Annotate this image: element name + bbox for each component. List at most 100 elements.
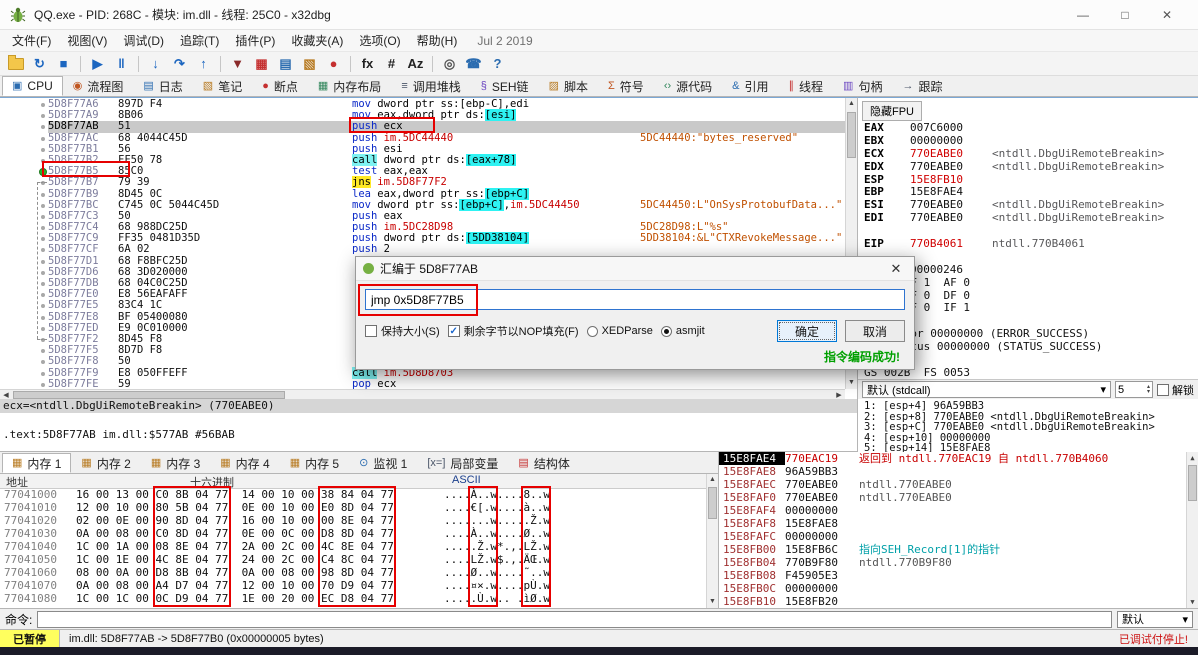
step-into-button[interactable]: ↓ [144, 54, 167, 74]
tab-1[interactable]: ▣ CPU [2, 76, 63, 96]
dump-row-77041050[interactable]: 77041050 1C 00 1E 00 4C 8E 04 77 24 00 2C… [0, 553, 704, 566]
step-out-button[interactable]: ↑ [192, 54, 215, 74]
breakpoint-gutter[interactable] [0, 110, 48, 122]
breakpoint-gutter[interactable] [0, 356, 48, 368]
xedparse-radio[interactable] [586, 325, 598, 337]
menu-item-4[interactable]: 追踪(T) [172, 30, 227, 51]
unlock-control[interactable]: 解锁 [1157, 382, 1194, 398]
stack-row-15E8FAEC[interactable]: 15E8FAEC 770EABE0 ntdll.770EABE0 [719, 478, 1186, 491]
gutter-dot[interactable] [41, 114, 45, 119]
tab-15[interactable]: → 跟踪 [892, 76, 952, 96]
breakpoint-gutter[interactable] [0, 143, 48, 155]
register-row-ebx[interactable]: EBX 00000000 [864, 134, 1196, 148]
breakpoint-gutter[interactable] [0, 255, 48, 267]
breakpoint-gutter[interactable] [0, 345, 48, 357]
breakpoint-gutter[interactable] [0, 177, 48, 189]
breakpoint-gutter[interactable] [0, 188, 48, 200]
tab-7[interactable]: ≡ 调用堆栈 [391, 76, 470, 96]
log-button[interactable]: ▤ [274, 54, 297, 74]
breakpoint-gutter[interactable] [0, 300, 48, 312]
stack-row-15E8FB10[interactable]: 15E8FB10 15E8FB20 [719, 595, 1186, 608]
cancel-button[interactable]: 取消 [845, 320, 905, 342]
menu-item-3[interactable]: 调试(D) [115, 30, 172, 51]
asmjit-control[interactable]: asmjit [660, 325, 705, 337]
asmjit-radio[interactable] [660, 325, 672, 337]
ok-button[interactable]: 确定 [777, 320, 837, 342]
menu-item-6[interactable]: 收藏夹(A) [283, 30, 351, 51]
bottom-tab-4[interactable]: ▦ 内存 4 [210, 453, 279, 473]
tab-9[interactable]: ▨ 脚本 [539, 76, 598, 96]
menu-item-7[interactable]: 选项(O) [351, 30, 408, 51]
breakpoint-gutter[interactable] [0, 154, 48, 167]
register-row-ecx[interactable]: ECX 770EABE0 <ntdll.DbgUiRemoteBreakin> [864, 147, 1196, 161]
restart-button[interactable]: ↻ [28, 54, 51, 74]
menu-item-2[interactable]: 视图(V) [59, 30, 115, 51]
gutter-dot[interactable] [41, 136, 45, 141]
command-input[interactable] [37, 610, 1112, 628]
trace-button[interactable]: ▼ [226, 54, 249, 74]
register-row-eax[interactable]: EAX 007C6000 [864, 121, 1196, 135]
register-row-edi[interactable]: EDI 770EABE0 <ntdll.DbgUiRemoteBreakin> [864, 211, 1196, 225]
keep-size-checkbox[interactable] [365, 325, 377, 337]
tab-6[interactable]: ▦ 内存布局 [308, 76, 391, 96]
menu-item-5[interactable]: 插件(P) [227, 30, 283, 51]
breakpoint-gutter[interactable] [0, 121, 48, 133]
tab-14[interactable]: ▥ 句柄 [833, 76, 892, 96]
stack-pane[interactable]: 15E8FAE4 770EAC19 返回到 ntdll.770EAC19 自 ntd… [718, 452, 1198, 608]
gutter-dot[interactable] [41, 181, 45, 186]
attach-button[interactable]: ☎ [462, 54, 485, 74]
label-button[interactable]: Az [404, 54, 427, 74]
tab-11[interactable]: ‹› 源代码 [654, 76, 722, 96]
gutter-dot[interactable] [41, 337, 45, 342]
menu-item-8[interactable]: 帮助(H) [409, 30, 466, 51]
gutter-dot[interactable] [41, 349, 45, 354]
xedparse-control[interactable]: XEDParse [586, 325, 653, 337]
breakpoint-gutter[interactable] [0, 278, 48, 290]
bottom-tab-5[interactable]: ▦ 内存 5 [280, 453, 349, 473]
breakpoint-gutter[interactable] [0, 367, 48, 379]
gutter-dot[interactable] [41, 382, 45, 387]
dump-row-77041040[interactable]: 77041040 1C 00 1A 00 08 8E 04 77 2A 00 2C… [0, 540, 704, 553]
tab-10[interactable]: Σ 符号 [598, 76, 654, 96]
tab-8[interactable]: § SEH链 [471, 76, 539, 96]
stack-row-15E8FAF8[interactable]: 15E8FAF8 15E8FAE8 [719, 517, 1186, 530]
gutter-dot[interactable] [41, 248, 45, 253]
gutter-dot[interactable] [41, 259, 45, 264]
breakpoint-gutter[interactable] [0, 99, 48, 111]
disasm-row-5D8F77CF[interactable]: 5D8F77CF 6A 02 push 2 [0, 244, 845, 256]
stack-row-15E8FB04[interactable]: 15E8FB04 770B9F80 ntdll.770B9F80 [719, 556, 1186, 569]
tab-13[interactable]: ∥ 线程 [779, 76, 834, 96]
pause-button[interactable]: ‖ [110, 54, 133, 74]
breakpoint-gutter[interactable] [0, 166, 48, 178]
dump-row-77041060[interactable]: 77041060 08 00 0A 00 D8 8B 04 77 0A 00 08… [0, 566, 704, 579]
stack-row-15E8FB00[interactable]: 15E8FB00 15E8FB6C 指向SEH_Record[1]的指针 [719, 543, 1186, 556]
gutter-dot[interactable] [41, 371, 45, 376]
scroll-thumb[interactable] [708, 487, 717, 519]
stack-row-15E8FAFC[interactable]: 15E8FAFC 00000000 [719, 530, 1186, 543]
comment-button[interactable]: # [380, 54, 403, 74]
maximize-button[interactable]: □ [1104, 0, 1146, 29]
gutter-dot[interactable] [41, 326, 45, 331]
breakpoint-gutter[interactable] [0, 333, 48, 346]
open-file-button[interactable] [4, 54, 27, 74]
gutter-dot[interactable] [41, 237, 45, 242]
gutter-dot[interactable] [41, 125, 45, 130]
bottom-tab-7[interactable]: [x=] 局部变量 [417, 453, 508, 473]
breakpoints-button[interactable]: ● [322, 54, 345, 74]
scroll-up-icon[interactable]: ▲ [846, 98, 857, 110]
bottom-tab-8[interactable]: ▤ 结构体 [508, 453, 579, 473]
minimize-button[interactable]: — [1062, 0, 1104, 29]
tab-12[interactable]: & 引用 [722, 76, 778, 96]
breakpoint-gutter[interactable] [0, 311, 48, 323]
unlock-checkbox[interactable] [1157, 383, 1169, 396]
bottom-tab-3[interactable]: ▦ 内存 3 [141, 453, 210, 473]
breakpoint-gutter[interactable] [0, 222, 48, 234]
assemble-instruction-input[interactable] [365, 289, 905, 310]
breakpoint-gutter[interactable] [0, 322, 48, 334]
stepper-arrows-icon[interactable]: ▴ ▾ [1147, 384, 1150, 395]
keep-size-control[interactable]: 保持大小(S) [365, 323, 440, 339]
register-row-edx[interactable]: EDX 770EABE0 <ntdll.DbgUiRemoteBreakin> [864, 160, 1196, 174]
scroll-up-icon[interactable]: ▲ [1187, 452, 1198, 464]
tab-5[interactable]: ● 断点 [252, 76, 308, 96]
gutter-dot[interactable] [41, 147, 45, 152]
